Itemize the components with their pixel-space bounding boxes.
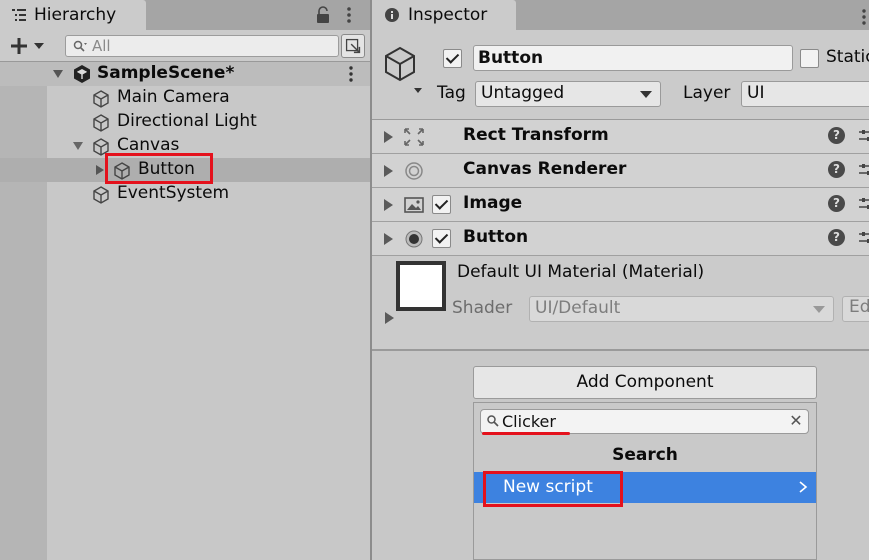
- inspector-header: Static Tag Untagged Layer UI: [372, 30, 869, 120]
- component-image[interactable]: Image ?: [372, 188, 869, 222]
- gameobject-cube-icon: [93, 186, 109, 204]
- tag-dropdown[interactable]: Untagged: [475, 81, 661, 107]
- presets-icon[interactable]: [858, 128, 869, 144]
- presets-icon[interactable]: [858, 196, 869, 212]
- expand-arrow-icon[interactable]: [384, 165, 393, 177]
- static-label: Static: [826, 47, 869, 67]
- shader-label: Shader: [452, 298, 513, 318]
- hierarchy-menu-icon[interactable]: [343, 5, 355, 25]
- chevron-right-icon: [799, 481, 808, 493]
- expand-arrow-icon[interactable]: [385, 312, 394, 324]
- hierarchy-item-label: Directional Light: [117, 111, 257, 131]
- object-name-field[interactable]: [473, 45, 793, 71]
- component-name: Image: [463, 193, 523, 213]
- hierarchy-item-label: EventSystem: [117, 183, 230, 203]
- lock-icon[interactable]: [315, 6, 331, 24]
- help-icon[interactable]: ?: [828, 229, 845, 246]
- hierarchy-item-label: Main Camera: [117, 87, 230, 107]
- hierarchy-item-eventsystem[interactable]: EventSystem: [0, 182, 370, 206]
- component-name: Rect Transform: [463, 125, 609, 145]
- search-underline-annotation: [482, 432, 570, 435]
- help-icon[interactable]: ?: [828, 195, 845, 212]
- presets-icon[interactable]: [858, 162, 869, 178]
- gameobject-cube-icon: [93, 114, 109, 132]
- component-name: Canvas Renderer: [463, 159, 627, 179]
- component-search-input[interactable]: [502, 411, 782, 432]
- hierarchy-item-label: Canvas: [117, 135, 180, 155]
- shader-value: UI/Default: [535, 298, 621, 318]
- add-component-popup: ✕ Search New script: [473, 402, 817, 560]
- button-highlight-annotation: [105, 153, 213, 184]
- info-icon: [385, 8, 399, 22]
- tag-label: Tag: [437, 83, 466, 103]
- unity-scene-icon: [74, 65, 90, 83]
- image-icon: [404, 197, 424, 213]
- inspector-tab-bar: Inspector: [372, 0, 869, 30]
- expand-arrow-icon[interactable]: [384, 131, 393, 143]
- material-section: Default UI Material (Material) Shader UI…: [372, 256, 869, 351]
- hierarchy-tab-label: Hierarchy: [34, 5, 117, 25]
- hierarchy-item-directional-light[interactable]: Directional Light: [0, 110, 370, 134]
- help-icon[interactable]: ?: [828, 161, 845, 178]
- gameobject-cube-icon: [93, 90, 109, 108]
- scene-menu-icon[interactable]: [346, 65, 356, 83]
- hierarchy-tab-bar: Hierarchy: [0, 0, 370, 30]
- expand-arrow-icon[interactable]: [384, 199, 393, 211]
- expand-arrow-icon[interactable]: [384, 233, 393, 245]
- component-button[interactable]: Button ?: [372, 222, 869, 256]
- hierarchy-panel: Hierarchy All SampleScene* Main Camera D…: [0, 0, 370, 560]
- component-enabled-checkbox[interactable]: [432, 195, 451, 214]
- shader-dropdown[interactable]: UI/Default: [529, 296, 834, 322]
- material-name: Default UI Material (Material): [457, 262, 705, 282]
- chevron-down-icon: [813, 306, 825, 313]
- new-script-highlight-annotation: [483, 471, 623, 507]
- clear-search-icon[interactable]: ✕: [788, 412, 804, 430]
- search-icon: [73, 40, 87, 52]
- component-enabled-checkbox[interactable]: [432, 229, 451, 248]
- inspector-tab-label: Inspector: [408, 5, 488, 25]
- tag-value: Untagged: [481, 83, 565, 103]
- tab-hierarchy[interactable]: Hierarchy: [0, 0, 146, 30]
- component-canvas-renderer[interactable]: Canvas Renderer ?: [372, 154, 869, 188]
- hierarchy-tree: SampleScene* Main Camera Directional Lig…: [0, 62, 370, 560]
- inspector-panel: Inspector Static Tag Untagged Layer UI R…: [372, 0, 869, 560]
- scene-picker-icon[interactable]: [341, 34, 365, 58]
- canvas-renderer-icon: [405, 162, 423, 180]
- hierarchy-item-main-camera[interactable]: Main Camera: [0, 86, 370, 110]
- gameobject-icon[interactable]: [382, 44, 426, 94]
- expand-arrow-icon[interactable]: [72, 140, 84, 152]
- static-checkbox[interactable]: [800, 49, 819, 68]
- hierarchy-toolbar: [0, 30, 370, 62]
- popup-title: Search: [612, 445, 678, 465]
- hierarchy-search-input[interactable]: [92, 36, 332, 56]
- tab-inspector[interactable]: Inspector: [372, 0, 516, 30]
- list-icon: [12, 9, 26, 21]
- expand-arrow-icon[interactable]: [52, 68, 64, 80]
- chevron-down-icon: [640, 91, 652, 98]
- material-preview[interactable]: [396, 261, 446, 311]
- help-icon[interactable]: ?: [828, 127, 845, 144]
- edit-shader-button[interactable]: Ed: [842, 296, 869, 322]
- scene-row[interactable]: SampleScene*: [0, 62, 370, 86]
- component-search[interactable]: ✕: [480, 409, 809, 434]
- component-rect-transform[interactable]: Rect Transform ?: [372, 120, 869, 154]
- component-name: Button: [463, 227, 529, 247]
- scene-name: SampleScene*: [97, 63, 235, 83]
- rect-transform-icon: [404, 128, 424, 146]
- presets-icon[interactable]: [858, 230, 869, 246]
- add-component-button[interactable]: Add Component: [473, 366, 817, 399]
- search-icon: [487, 415, 499, 427]
- layer-dropdown[interactable]: UI: [741, 81, 869, 107]
- button-component-icon: [405, 230, 423, 248]
- inspector-menu-icon[interactable]: [859, 8, 869, 26]
- layer-label: Layer: [683, 83, 731, 103]
- active-checkbox[interactable]: [443, 49, 462, 68]
- hierarchy-search[interactable]: [65, 35, 339, 57]
- create-dropdown-button[interactable]: [8, 33, 50, 59]
- layer-value: UI: [747, 83, 765, 103]
